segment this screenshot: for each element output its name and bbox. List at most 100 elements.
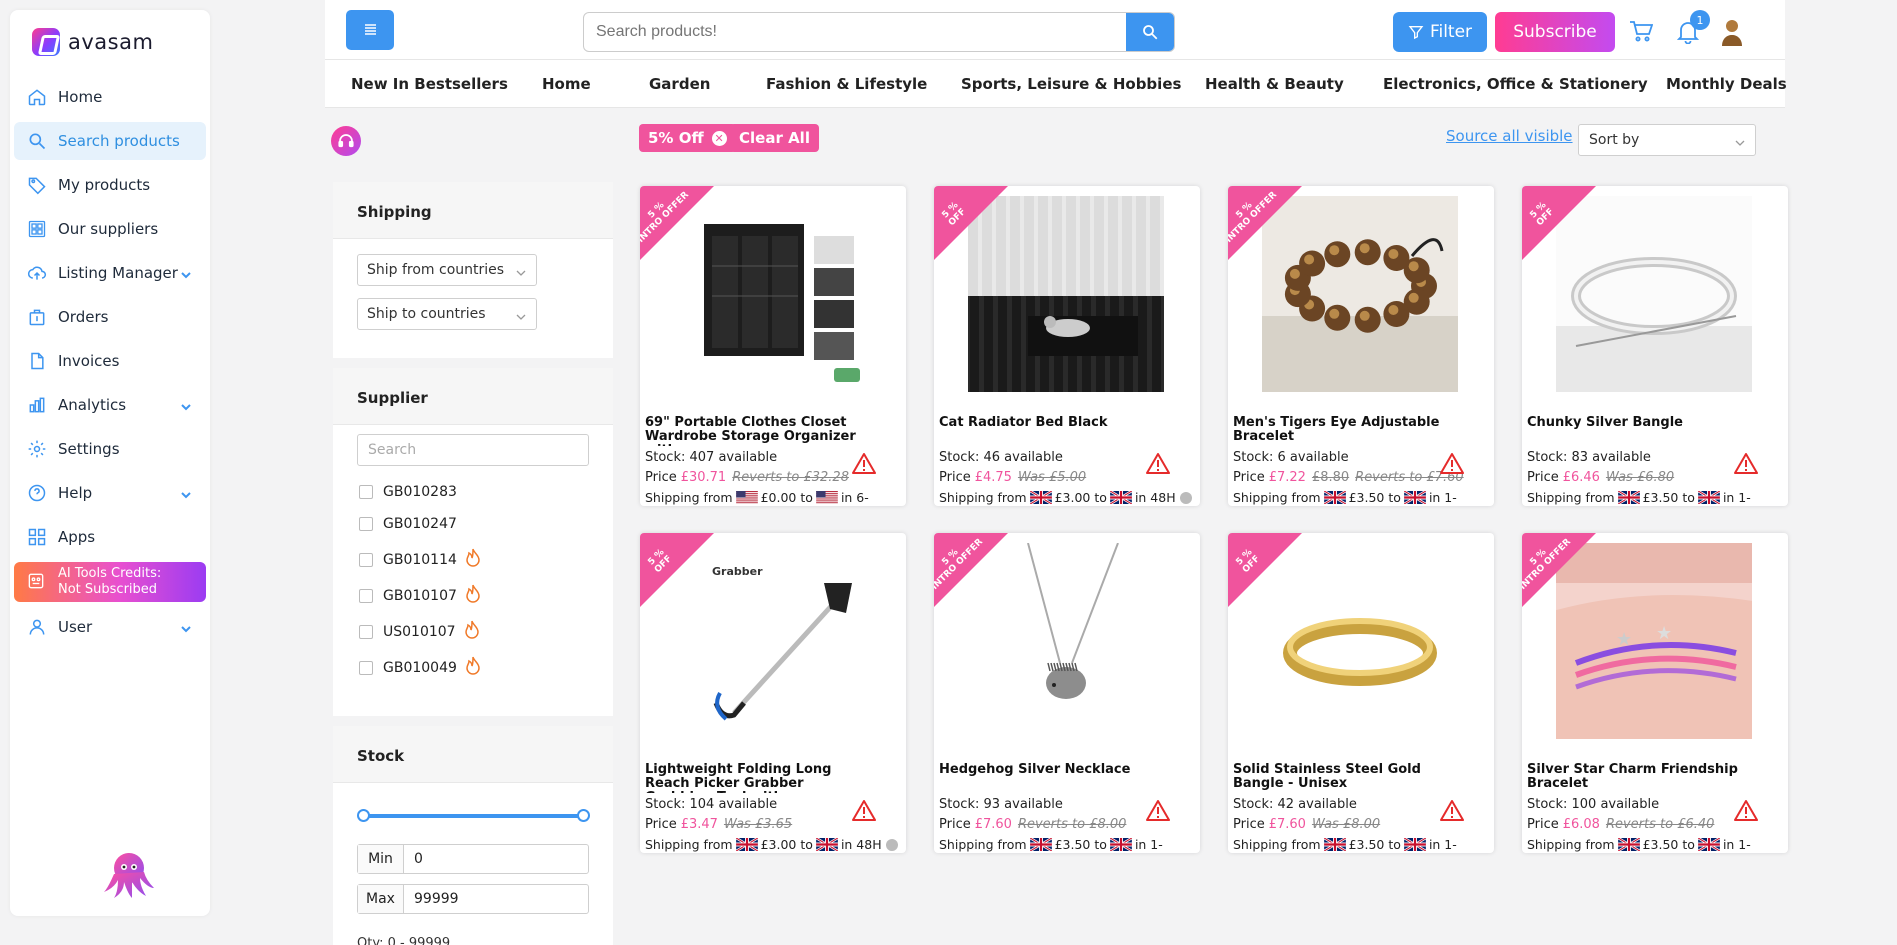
product-title[interactable]: Cat Radiator Bed Black xyxy=(939,416,1169,446)
sidebar-item-our-suppliers[interactable]: Our suppliers xyxy=(14,210,206,248)
checkbox[interactable] xyxy=(359,625,373,639)
ship-to-select[interactable]: Ship to countries xyxy=(357,298,537,330)
uk-flag-icon xyxy=(1697,491,1720,504)
clear-all-button[interactable]: Clear All xyxy=(730,124,819,152)
stock-max-field[interactable]: Max 99999 xyxy=(357,884,589,914)
sidebar-item-analytics[interactable]: Analytics xyxy=(14,386,206,424)
category-health-beauty[interactable]: Health & Beauty xyxy=(1205,75,1344,93)
category-sports-leisure-hobbies[interactable]: Sports, Leisure & Hobbies xyxy=(961,75,1181,93)
price-label: Price xyxy=(1233,470,1265,485)
warning-icon[interactable] xyxy=(852,799,876,821)
slider-handle-max[interactable] xyxy=(577,809,590,822)
checkbox[interactable] xyxy=(359,661,373,675)
product-title[interactable]: Men's Tigers Eye Adjustable Bracelet xyxy=(1233,416,1463,446)
category-garden[interactable]: Garden xyxy=(649,75,710,93)
product-price: Price £30.71 Reverts to £32.28 xyxy=(645,470,849,485)
sidebar-item-home[interactable]: Home xyxy=(14,78,206,116)
warning-icon[interactable] xyxy=(1440,452,1464,474)
product-card[interactable]: 5 % OFF Cat Radiator Bed Black Stock: 46 av… xyxy=(934,186,1200,506)
source-all-visible-link[interactable]: Source all visible xyxy=(1446,127,1573,145)
sidebar-item-user[interactable]: User xyxy=(14,608,206,646)
sort-by-select[interactable]: Sort by xyxy=(1578,124,1756,156)
supplier-option[interactable]: GB010049 xyxy=(359,656,481,680)
product-title[interactable]: Chunky Silver Bangle xyxy=(1527,416,1757,446)
sidebar-item-search-products[interactable]: Search products xyxy=(14,122,206,160)
supplier-option[interactable]: GB010283 xyxy=(359,484,457,500)
ai-tools-credits[interactable]: AI Tools Credits: Not Subscribed xyxy=(14,562,206,602)
menu-toggle-button[interactable] xyxy=(346,10,394,50)
supplier-option[interactable]: US010107 xyxy=(359,620,480,644)
shipping-cost: £3.50 xyxy=(1642,490,1679,505)
sidebar-item-listing-manager[interactable]: Listing Manager xyxy=(14,254,206,292)
stock-range-slider[interactable] xyxy=(363,814,585,818)
sidebar-item-my-products[interactable]: My products xyxy=(14,166,206,204)
product-card[interactable]: 5 % INTRO OFFER Hedgehog Silver Necklace St… xyxy=(934,533,1200,853)
svg-text:★: ★ xyxy=(1656,623,1672,644)
support-headset-icon[interactable] xyxy=(331,126,361,156)
warning-icon[interactable] xyxy=(1146,452,1170,474)
product-title[interactable]: Solid Stainless Steel Gold Bangle - Unis… xyxy=(1233,763,1463,793)
warning-button[interactable] xyxy=(1734,799,1758,825)
avatar[interactable] xyxy=(1721,18,1743,50)
warning-button[interactable] xyxy=(1734,452,1758,478)
category-monthly-deals[interactable]: Monthly Deals xyxy=(1666,75,1787,93)
category-new-in-bestsellers[interactable]: New In Bestsellers xyxy=(351,75,508,93)
us-flag-icon xyxy=(816,491,838,504)
warning-icon[interactable] xyxy=(1440,799,1464,821)
stock-label: Stock: xyxy=(1233,797,1274,812)
sidebar-item-settings[interactable]: Settings xyxy=(14,430,206,468)
info-icon[interactable] xyxy=(1179,491,1192,504)
supplier-search-input[interactable]: Search xyxy=(357,434,589,466)
filter-button[interactable]: Filter xyxy=(1393,12,1487,52)
active-filter-chip[interactable]: 5% Off ✕ xyxy=(639,124,736,152)
product-title[interactable]: Hedgehog Silver Necklace xyxy=(939,763,1169,793)
product-card[interactable]: Grabber 5 % OFF Lightweight Folding Long Re… xyxy=(640,533,906,853)
supplier-option[interactable]: GB010107 xyxy=(359,584,481,608)
ship-from-select[interactable]: Ship from countries xyxy=(357,254,537,286)
checkbox[interactable] xyxy=(359,517,373,531)
checkbox[interactable] xyxy=(359,553,373,567)
product-card[interactable]: 5 % INTRO OFFER Men's Tigers Eye Adjustabl… xyxy=(1228,186,1494,506)
sidebar-item-invoices[interactable]: Invoices xyxy=(14,342,206,380)
product-card[interactable]: 5 % OFF Solid Stainless Steel Gold Bangle … xyxy=(1228,533,1494,853)
product-title[interactable]: Silver Star Charm Friendship Bracelet xyxy=(1527,763,1757,793)
warning-icon[interactable] xyxy=(1734,799,1758,821)
info-icon[interactable] xyxy=(885,838,898,851)
min-value[interactable]: 0 xyxy=(404,845,433,873)
search-input[interactable] xyxy=(584,13,1124,51)
warning-icon[interactable] xyxy=(852,452,876,474)
warning-icon[interactable] xyxy=(1146,799,1170,821)
logo[interactable]: avasam xyxy=(32,28,153,56)
warning-icon[interactable] xyxy=(1734,452,1758,474)
supplier-option[interactable]: GB010114 xyxy=(359,548,481,572)
warning-button[interactable] xyxy=(1440,799,1464,825)
slider-handle-min[interactable] xyxy=(357,809,370,822)
warning-button[interactable] xyxy=(1146,799,1170,825)
gear-icon xyxy=(26,438,48,460)
category-electronics-office-stationery[interactable]: Electronics, Office & Stationery xyxy=(1383,75,1648,93)
sidebar-item-help[interactable]: Help xyxy=(14,474,206,512)
product-title[interactable]: 69" Portable Clothes Closet Wardrobe Sto… xyxy=(645,416,875,446)
category-home[interactable]: Home xyxy=(542,75,591,93)
product-title[interactable]: Lightweight Folding Long Reach Picker Gr… xyxy=(645,763,875,793)
category-fashion-lifestyle[interactable]: Fashion & Lifestyle xyxy=(766,75,927,93)
checkbox[interactable] xyxy=(359,589,373,603)
supplier-option[interactable]: GB010247 xyxy=(359,516,457,532)
sidebar-item-apps[interactable]: Apps xyxy=(14,518,206,556)
octopus-mascot-icon[interactable] xyxy=(102,848,156,900)
sidebar-item-orders[interactable]: Orders xyxy=(14,298,206,336)
warning-button[interactable] xyxy=(1146,452,1170,478)
warning-button[interactable] xyxy=(852,799,876,825)
close-icon[interactable]: ✕ xyxy=(711,130,727,146)
warning-button[interactable] xyxy=(1440,452,1464,478)
stock-min-field[interactable]: Min 0 xyxy=(357,844,589,874)
product-card[interactable]: ★ ★ 5 % INTRO OFFER Silver Star Charm Friend… xyxy=(1522,533,1788,853)
product-card[interactable]: 5 % INTRO OFFER 69" Portable Clothes Close… xyxy=(640,186,906,506)
warning-button[interactable] xyxy=(852,452,876,478)
cart-icon[interactable] xyxy=(1629,20,1654,46)
checkbox[interactable] xyxy=(359,485,373,499)
max-value[interactable]: 99999 xyxy=(404,885,469,913)
product-card[interactable]: 5 % OFF Chunky Silver Bangle Stock: 83 avai… xyxy=(1522,186,1788,506)
search-button[interactable] xyxy=(1126,13,1174,51)
subscribe-button[interactable]: Subscribe xyxy=(1495,12,1615,52)
